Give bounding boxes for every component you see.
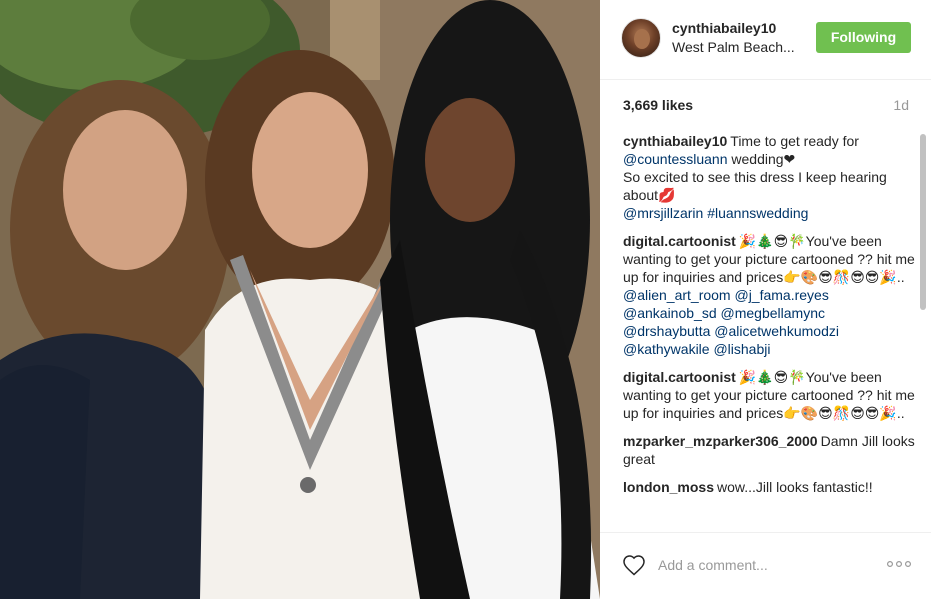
comment-tags[interactable]: @alien_art_room @j_fama.reyes @ankainob_… bbox=[623, 287, 843, 357]
comments-scrollbar[interactable] bbox=[920, 132, 926, 532]
scrollbar-thumb[interactable] bbox=[920, 134, 926, 310]
comment-text: Time to get ready for bbox=[730, 133, 863, 149]
comment-author[interactable]: digital.cartoonist bbox=[623, 369, 736, 385]
likes-count[interactable]: 3,669 likes bbox=[623, 97, 693, 113]
post-details-panel: cynthiabailey10 West Palm Beach... Follo… bbox=[600, 0, 931, 599]
comment-author[interactable]: digital.cartoonist bbox=[623, 233, 736, 249]
list-item: digital.cartoonist 🎉🎄😎🎋You've been wantin… bbox=[623, 368, 915, 422]
header-username[interactable]: cynthiabailey10 bbox=[672, 20, 776, 36]
list-item: digital.cartoonist 🎉🎄😎🎋You've been wantin… bbox=[623, 232, 915, 358]
caption-comment: cynthiabailey10 Time to get ready for @co… bbox=[623, 132, 915, 222]
comment-author[interactable]: cynthiabailey10 bbox=[623, 133, 727, 149]
heart-outline-icon[interactable] bbox=[622, 554, 646, 576]
post-photo[interactable] bbox=[0, 0, 600, 599]
comment-tags[interactable]: @mrsjillzarin #luannswedding bbox=[623, 205, 808, 221]
following-button[interactable]: Following bbox=[816, 22, 911, 53]
header-location[interactable]: West Palm Beach... bbox=[672, 39, 795, 55]
post-time[interactable]: 1d bbox=[893, 97, 909, 113]
comment-author[interactable]: mzparker_mzparker306_2000 bbox=[623, 433, 818, 449]
comments-list[interactable]: cynthiabailey10 Time to get ready for @co… bbox=[623, 132, 915, 532]
post-header: cynthiabailey10 West Palm Beach... Follo… bbox=[600, 0, 931, 80]
comment-author[interactable]: london_moss bbox=[623, 479, 714, 495]
list-item: mzparker_mzparker306_2000 Damn Jill looks… bbox=[623, 432, 915, 468]
more-options-icon[interactable] bbox=[885, 557, 913, 571]
comment-mention[interactable]: @countessluann bbox=[623, 151, 728, 167]
photo-illustration bbox=[0, 0, 600, 599]
comment-text: wow...Jill looks fantastic!! bbox=[717, 479, 873, 495]
user-avatar[interactable] bbox=[621, 18, 661, 58]
list-item: london_moss wow...Jill looks fantastic!! bbox=[623, 478, 915, 496]
post-footer bbox=[600, 532, 931, 599]
add-comment-input[interactable] bbox=[658, 553, 868, 577]
